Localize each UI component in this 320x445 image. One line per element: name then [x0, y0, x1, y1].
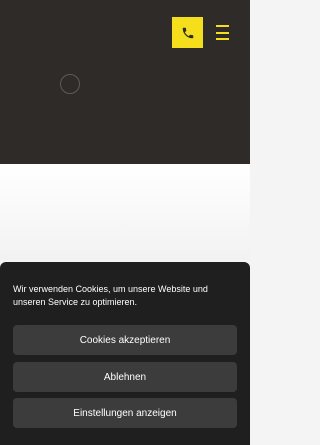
cookie-message: Wir verwenden Cookies, um unsere Website…	[13, 284, 208, 307]
phone-icon	[182, 27, 193, 38]
cookie-settings-button[interactable]: Einstellungen anzeigen	[13, 398, 237, 428]
phone-button[interactable]	[172, 17, 203, 48]
page-content	[0, 164, 250, 260]
decline-cookies-button[interactable]: Ablehnen	[13, 362, 237, 392]
site-header	[0, 0, 250, 164]
accept-cookies-button[interactable]: Cookies akzeptieren	[13, 325, 237, 355]
loading-spinner	[60, 74, 80, 94]
cookie-banner: Wir verwenden Cookies, um unsere Website…	[0, 262, 250, 445]
hamburger-menu-icon[interactable]	[214, 24, 231, 41]
